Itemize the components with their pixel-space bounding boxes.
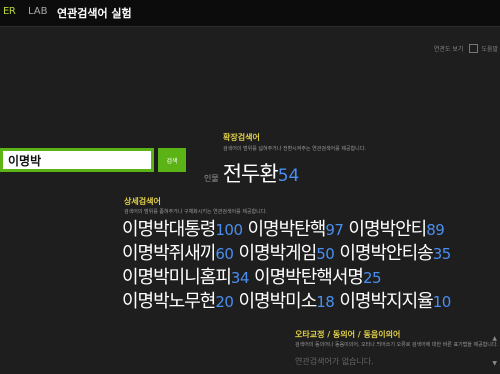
- detailed-keyword[interactable]: 이명박대통령100: [122, 218, 243, 242]
- expanded-keyword-count: 54: [277, 166, 300, 186]
- detailed-section-title: 상세검색어: [124, 197, 161, 206]
- relevance-toggle[interactable]: 연관도 보기: [434, 44, 464, 53]
- typo-empty-message: 연관검색어가 없습니다.: [295, 357, 374, 366]
- scroll-down-icon[interactable]: ▼: [492, 360, 497, 367]
- detailed-keyword[interactable]: 이명박노무현20: [122, 290, 234, 314]
- typo-section-title: 오타교정 / 동의어 / 동음이의어: [295, 330, 401, 339]
- detailed-keyword-term[interactable]: 이명박대통령: [122, 219, 216, 240]
- scroll-up-icon[interactable]: ▲: [492, 335, 497, 342]
- detailed-keyword-count: 97: [325, 221, 344, 239]
- detailed-keyword-count: 34: [230, 269, 250, 287]
- detailed-keyword-term[interactable]: 이명박노무현: [122, 291, 216, 312]
- detailed-keyword-term[interactable]: 이명박게임: [238, 243, 317, 264]
- detailed-keyword-term[interactable]: 이명박탄핵: [248, 219, 327, 240]
- detailed-keyword-count: 18: [316, 293, 335, 311]
- detailed-keyword-term[interactable]: 이명박안티송: [339, 243, 433, 264]
- detailed-keyword[interactable]: 이명박지지율10: [339, 290, 452, 314]
- detailed-keyword-count: 100: [215, 221, 243, 239]
- detailed-keyword-term[interactable]: 이명박탄핵서명: [254, 267, 364, 288]
- detailed-keyword[interactable]: 이명박탄핵서명25: [254, 266, 382, 290]
- typo-section-description: 검색어의 동의어나 동음이의어, 오타나 띄어쓰기 오류로 검색어에 대한 바른…: [295, 342, 499, 348]
- detailed-keyword-count: 20: [215, 293, 234, 311]
- detailed-keyword-term[interactable]: 이명박안티: [348, 219, 427, 240]
- brand-logo: ER: [3, 6, 16, 17]
- detailed-keyword-count: 50: [316, 245, 335, 263]
- detailed-keyword-term[interactable]: 이명박미니홈피: [122, 267, 232, 288]
- expanded-section-title: 확장검색어: [223, 133, 260, 142]
- expanded-keyword-term[interactable]: 전두환: [223, 162, 279, 186]
- detailed-keyword[interactable]: 이명박게임50: [238, 242, 334, 266]
- detailed-keyword[interactable]: 이명박탄핵97: [248, 218, 344, 242]
- detailed-section-description: 검색어의 범위를 좁혀주거나 구체화시키는 연관검색어를 제공합니다.: [124, 209, 267, 215]
- expanded-section-description: 검색어의 범위를 넓혀주거나 전환시켜주는 연관검색어를 제공합니다.: [223, 146, 366, 152]
- expanded-keyword-category: 인물: [204, 174, 219, 183]
- view-options: 연관도 보기 도움말: [434, 44, 498, 53]
- detailed-keyword[interactable]: 이명박미니홈피34: [122, 266, 250, 290]
- help-checkbox-label: 도움말: [481, 46, 498, 53]
- detailed-keyword-count: 35: [432, 245, 452, 263]
- detailed-keyword-count: 25: [362, 269, 382, 287]
- detailed-keyword-term[interactable]: 이명박미소: [238, 291, 317, 312]
- detailed-keyword[interactable]: 이명박안티89: [348, 218, 444, 242]
- detailed-keyword[interactable]: 이명박미소18: [238, 290, 334, 314]
- detailed-keyword-count: 10: [432, 293, 452, 311]
- detailed-keyword[interactable]: 이명박안티송35: [339, 242, 452, 266]
- search-button[interactable]: 검색: [158, 148, 186, 172]
- detailed-keyword-list: 이명박대통령100 이명박탄핵97 이명박안티89이명박쥐새끼60 이명박게임50 이명…: [122, 218, 500, 314]
- expanded-keyword[interactable]: 인물 전두환54: [204, 158, 299, 188]
- app-title: 연관검색어 실험: [57, 7, 132, 20]
- detailed-keyword-term[interactable]: 이명박쥐새끼: [122, 243, 216, 264]
- detailed-keyword[interactable]: 이명박쥐새끼60: [122, 242, 234, 266]
- search-input[interactable]: [0, 148, 154, 172]
- top-bar: ER LAB 연관검색어 실험: [0, 0, 500, 27]
- detailed-keyword-term[interactable]: 이명박지지율: [339, 291, 433, 312]
- detailed-keyword-count: 89: [426, 221, 445, 239]
- detailed-keyword-count: 60: [215, 245, 234, 263]
- help-checkbox[interactable]: [469, 44, 479, 53]
- lab-label: LAB: [28, 6, 48, 17]
